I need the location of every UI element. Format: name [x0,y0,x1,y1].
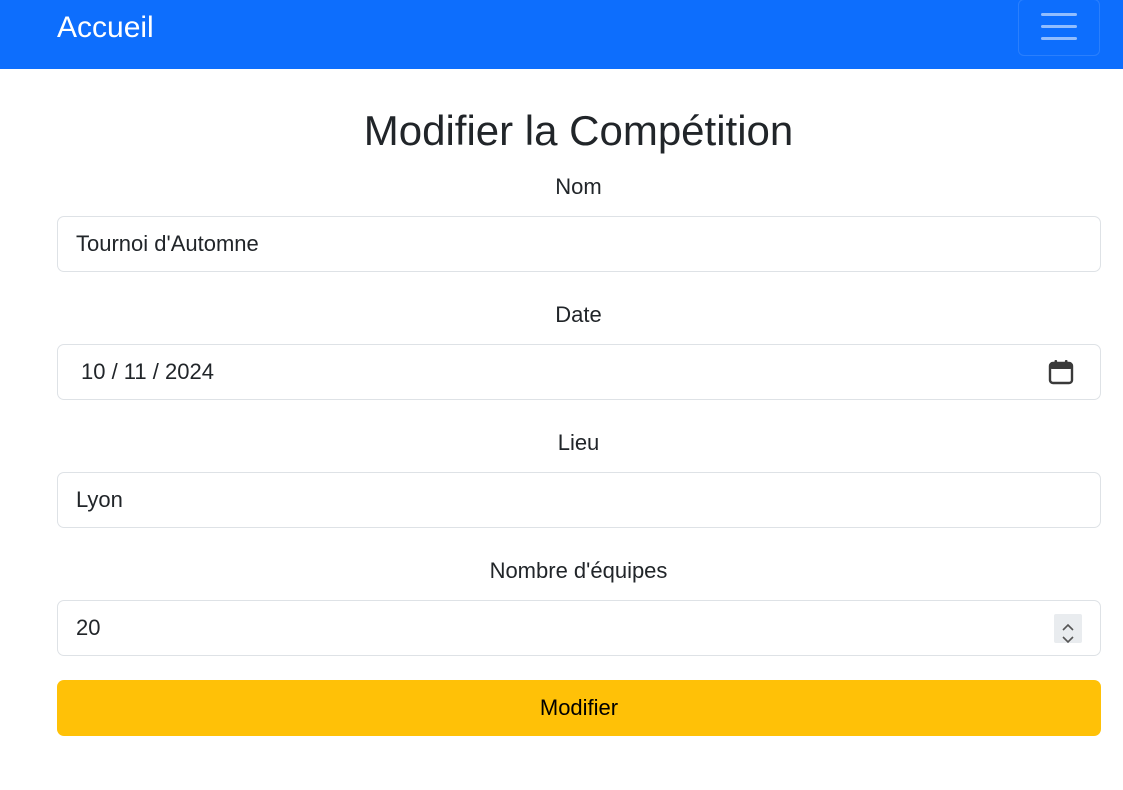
chevron-updown-icon [1062,623,1074,644]
brand-link[interactable]: Accueil [57,10,154,46]
date-input[interactable]: 10 / 11 / 2024 [57,344,1101,400]
nom-value: Tournoi d'Automne [76,231,259,256]
nom-input[interactable]: Tournoi d'Automne [57,216,1101,272]
lieu-value: Lyon [76,487,123,512]
nombre-equipes-value: 20 [76,615,101,640]
nombre-equipes-input[interactable]: 20 [57,600,1101,656]
spinner-icon[interactable] [1054,614,1082,644]
lieu-input[interactable]: Lyon [57,472,1101,528]
modifier-button[interactable]: Modifier [57,680,1101,736]
navbar-toggle-button[interactable] [1018,0,1100,56]
nombre-equipes-label: Nombre d'équipes [489,558,668,583]
hamburger-icon [1041,37,1077,40]
lieu-label: Lieu [557,430,600,455]
nom-label: Nom [555,174,602,199]
page-title: Modifier la Compétition [363,107,794,154]
date-label: Date [555,302,602,327]
navbar: Accueil [0,0,1123,69]
date-value: 10 / 11 / 2024 [81,359,214,384]
hamburger-icon [1041,25,1077,28]
hamburger-icon [1041,13,1077,16]
calendar-icon[interactable] [1048,359,1074,385]
